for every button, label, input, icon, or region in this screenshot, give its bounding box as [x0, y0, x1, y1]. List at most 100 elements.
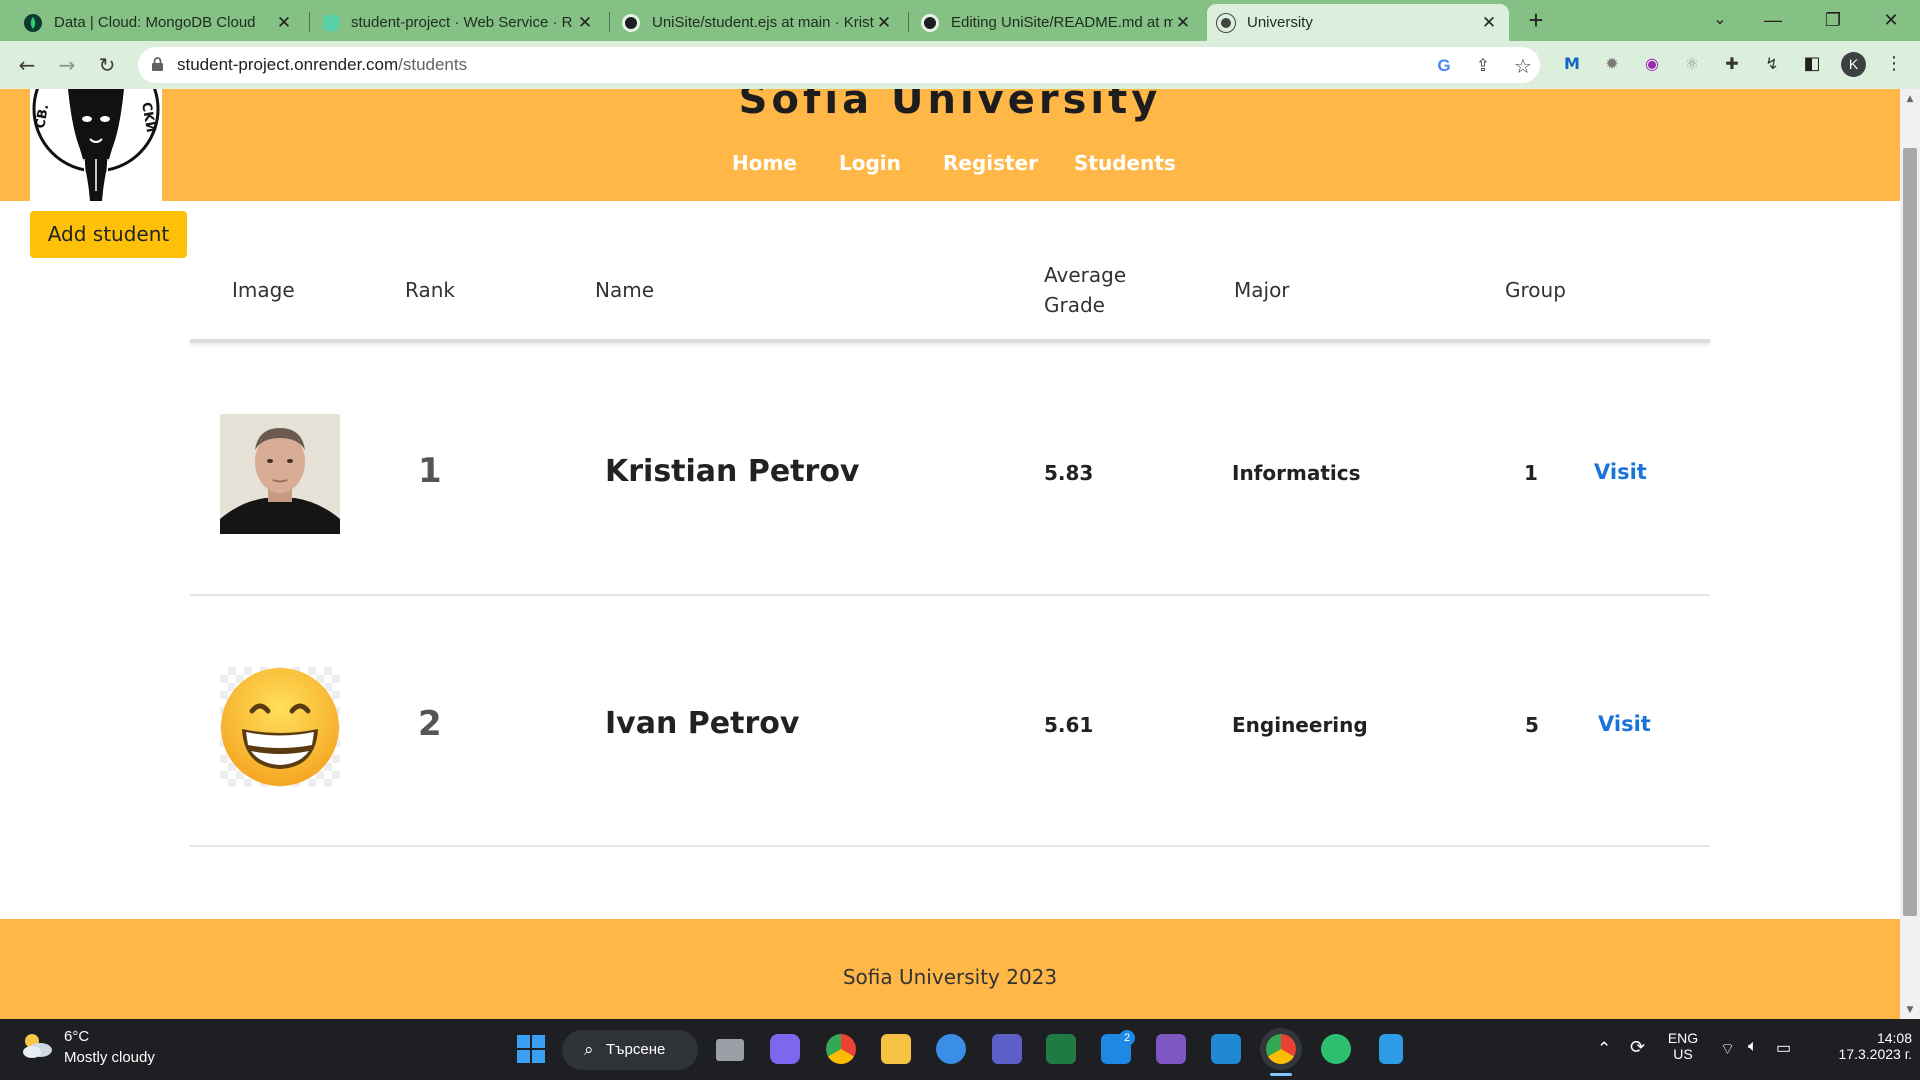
side-panel-icon[interactable]: ◧: [1801, 53, 1823, 75]
battery-icon[interactable]: ▭: [1776, 1038, 1791, 1058]
minimize-icon[interactable]: —: [1744, 0, 1802, 41]
restore-icon[interactable]: ❐: [1804, 0, 1862, 41]
tab-mongodb[interactable]: Data | Cloud: MongoDB Cloud ✕: [14, 4, 304, 41]
close-icon[interactable]: ✕: [575, 13, 595, 33]
chrome-active-icon[interactable]: [1266, 1034, 1296, 1064]
extension-bug-icon[interactable]: ✹: [1601, 53, 1623, 75]
scrollbar-thumb[interactable]: [1903, 148, 1917, 916]
row-divider: [190, 594, 1710, 596]
nav-register[interactable]: Register: [943, 151, 1038, 181]
clock[interactable]: 14:08 17.3.2023 г.: [1812, 1030, 1912, 1062]
windows-start-icon[interactable]: [516, 1034, 546, 1064]
teams-chat-icon[interactable]: [770, 1034, 800, 1064]
active-app-indicator: [1270, 1073, 1292, 1076]
header-rank: Rank: [405, 278, 455, 302]
clock-date: 17.3.2023 г.: [1838, 1046, 1912, 1062]
kebab-menu-icon[interactable]: ⋮: [1883, 53, 1905, 75]
mongodb-leaf-icon: [24, 13, 42, 32]
tray-chevron-icon[interactable]: ⌃: [1597, 1039, 1611, 1059]
student-major: Informatics: [1232, 461, 1361, 485]
tab-title: student-project · Web Service · R: [351, 14, 573, 31]
file-explorer-icon[interactable]: [881, 1034, 911, 1064]
extension-react-icon[interactable]: ⚛: [1681, 53, 1703, 75]
nav-home[interactable]: Home: [732, 151, 797, 181]
power-automate-icon[interactable]: [992, 1034, 1022, 1064]
tab-university[interactable]: University ✕: [1207, 4, 1509, 41]
sync-icon[interactable]: ⟳: [1630, 1037, 1645, 1058]
student-major: Engineering: [1232, 713, 1368, 737]
volume-icon[interactable]: 🔈︎: [1748, 1038, 1758, 1056]
close-icon[interactable]: ✕: [1479, 13, 1499, 33]
address-bar[interactable]: student-project.onrender.com/students G …: [138, 47, 1540, 83]
student-rank: 1: [418, 451, 442, 491]
share-icon[interactable]: ⇪: [1472, 55, 1494, 77]
browser-tab-strip: Data | Cloud: MongoDB Cloud ✕ student-pr…: [0, 0, 1920, 41]
nav-students[interactable]: Students: [1074, 151, 1176, 181]
lock-icon: [152, 57, 163, 71]
extension-sync-icon[interactable]: ↯: [1761, 53, 1783, 75]
excel-icon[interactable]: [1046, 1034, 1076, 1064]
language-code: ENG: [1667, 1030, 1699, 1046]
tab-github-readme[interactable]: Editing UniSite/README.md at m ✕: [911, 4, 1203, 41]
tab-title: UniSite/student.ejs at main · Krist: [652, 14, 874, 31]
send-app-icon[interactable]: [1321, 1034, 1351, 1064]
visit-link[interactable]: Visit: [1594, 460, 1647, 484]
student-name: Kristian Petrov: [605, 454, 860, 489]
task-view-icon[interactable]: [716, 1039, 744, 1061]
table-header-divider: [190, 339, 1710, 343]
render-icon: [323, 14, 339, 31]
google-icon[interactable]: G: [1433, 55, 1455, 77]
visual-studio-icon[interactable]: [1156, 1034, 1186, 1064]
header-major: Major: [1234, 278, 1290, 302]
language-indicator[interactable]: ENG US: [1665, 1030, 1701, 1062]
grinning-emoji-image: [220, 667, 340, 787]
header-average-line: Average: [1044, 263, 1127, 287]
extension-headphones-icon[interactable]: ◉: [1641, 53, 1663, 75]
extensions-puzzle-icon[interactable]: ✚: [1721, 53, 1743, 75]
visit-link[interactable]: Visit: [1598, 712, 1651, 736]
browser-toolbar: ← → ↻ student-project.onrender.com/stude…: [0, 41, 1920, 89]
chrome-icon[interactable]: [826, 1034, 856, 1064]
reload-icon[interactable]: ↻: [93, 51, 121, 79]
profile-avatar[interactable]: K: [1841, 52, 1866, 77]
notepad-icon[interactable]: [1379, 1034, 1403, 1064]
forward-arrow-icon[interactable]: →: [53, 51, 81, 79]
student-group: 5: [1525, 713, 1539, 737]
wifi-icon[interactable]: ⌔: [1720, 1039, 1735, 1059]
student-grade: 5.61: [1044, 713, 1094, 737]
help-app-icon[interactable]: [936, 1034, 966, 1064]
nav-login[interactable]: Login: [839, 151, 901, 181]
github-icon: [921, 13, 939, 32]
close-icon[interactable]: ✕: [1173, 13, 1193, 33]
tab-search-chevron-icon[interactable]: ⌄: [1691, 0, 1749, 41]
add-student-button[interactable]: Add student: [30, 211, 187, 258]
vscode-icon[interactable]: [1211, 1034, 1241, 1064]
scroll-down-arrow-icon[interactable]: ▼: [1903, 1003, 1917, 1017]
window-close-icon[interactable]: ✕: [1862, 0, 1920, 41]
close-icon[interactable]: ✕: [274, 13, 294, 33]
url-path: /students: [398, 55, 468, 74]
tab-title: University: [1247, 14, 1313, 31]
mail-badge: 2: [1119, 1030, 1135, 1046]
bookmark-star-icon[interactable]: ☆: [1512, 55, 1534, 77]
weather-temperature: 6°C: [64, 1028, 90, 1045]
extension-m-icon[interactable]: M: [1561, 53, 1583, 75]
taskbar-search[interactable]: ⌕ Търсене: [562, 1030, 698, 1070]
header-image: Image: [232, 278, 295, 302]
student-name: Ivan Petrov: [605, 706, 800, 741]
new-tab-plus-icon[interactable]: +: [1521, 5, 1551, 35]
tab-title: Editing UniSite/README.md at m: [951, 14, 1173, 31]
back-arrow-icon[interactable]: ←: [13, 51, 41, 79]
page-viewport: CB. CKИ Sofia University Home Login Regi…: [0, 89, 1900, 1019]
close-icon[interactable]: ✕: [874, 13, 894, 33]
scroll-up-arrow-icon[interactable]: ▲: [1903, 92, 1917, 106]
weather-cloud-icon[interactable]: [20, 1030, 54, 1064]
site-header: CB. CKИ Sofia University Home Login Regi…: [0, 89, 1900, 201]
globe-icon: [1217, 13, 1235, 32]
header-grade-line: Grade: [1044, 293, 1105, 317]
site-title: Sofia University: [738, 89, 1162, 123]
tab-github-student[interactable]: UniSite/student.ejs at main · Krist ✕: [612, 4, 904, 41]
tab-render[interactable]: student-project · Web Service · R ✕: [313, 4, 605, 41]
github-icon: [622, 13, 640, 32]
row-divider: [190, 845, 1710, 847]
